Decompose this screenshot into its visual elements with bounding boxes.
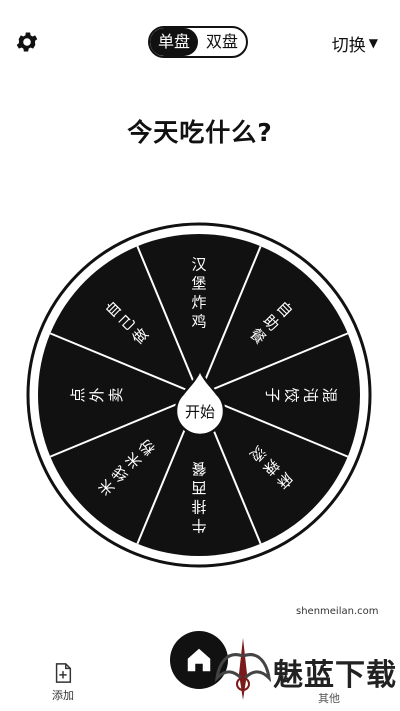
add-label: 添加 (52, 689, 74, 702)
wheel-segment-label: 沌 (302, 387, 320, 402)
wheel-segment: 混沌饺子 (264, 387, 339, 402)
wheel-segment-label: 点 (69, 387, 87, 402)
wheel-segment: 牛排西餐 (191, 460, 206, 535)
switch-dropdown[interactable]: 切换 ▼ (332, 30, 378, 56)
wheel-segment-label: 牛 (191, 517, 206, 535)
wheel-segment-label: 混 (321, 387, 339, 402)
wheel-segment: 汉堡炸鸡 (191, 256, 206, 331)
watermark-url: shenmeilan.com (296, 606, 379, 617)
tab-single-wheel[interactable]: 单盘 (150, 28, 198, 56)
wheel-segment-label: 外 (88, 387, 106, 402)
wheel-segment-label: 汉 (191, 256, 206, 274)
gear-icon (16, 32, 38, 52)
watermark-text: 魅蓝下载 (273, 658, 397, 693)
wheel-segment-label: 餐 (191, 460, 206, 478)
mode-switch: 单盘 双盘 (148, 26, 248, 58)
wheel-segment-label: 子 (264, 387, 282, 402)
wheel-segment-label: 鸡 (191, 313, 206, 331)
wheel-segment: 点外卖 (69, 387, 125, 402)
page-title: 今天吃什么? (127, 118, 273, 147)
wheel-segment-label: 排 (191, 498, 206, 516)
dragon-logo-icon (214, 638, 272, 700)
home-icon (187, 648, 211, 672)
wheel-segment-label: 堡 (191, 275, 206, 293)
start-label: 开始 (184, 403, 215, 421)
caret-down-icon: ▼ (368, 36, 378, 50)
wheel-segment-label: 西 (191, 479, 206, 497)
watermark: 魅蓝下载 (213, 628, 398, 708)
start-button[interactable]: 开始 (171, 368, 229, 440)
wheel-segment-label: 卖 (107, 387, 125, 402)
wheel-segment-label: 饺 (283, 387, 301, 402)
add-file-icon (55, 663, 72, 683)
tab-double-wheel[interactable]: 双盘 (198, 28, 246, 56)
switch-label: 切换 (331, 35, 366, 56)
wheel-segment-label: 炸 (191, 294, 206, 312)
add-button[interactable]: 添加 (44, 662, 82, 708)
settings-button[interactable] (14, 29, 40, 55)
